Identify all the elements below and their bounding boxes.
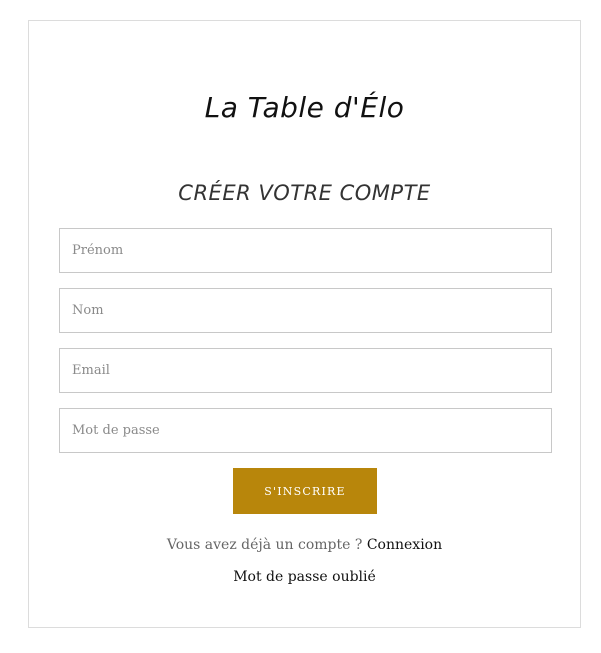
have-account-text: Vous avez déjà un compte ? (166, 537, 363, 553)
forgot-password-link[interactable]: Mot de passe oublié (29, 569, 580, 585)
page-title: CRÉER VOTRE COMPTE (178, 181, 431, 205)
firstname-field[interactable] (59, 228, 552, 273)
password-field[interactable] (59, 408, 552, 453)
login-link[interactable]: Connexion (367, 537, 442, 553)
lastname-field[interactable] (59, 288, 552, 333)
email-field[interactable] (59, 348, 552, 393)
signup-card: La Table d'Élo CRÉER VOTRE COMPTE S'INSC… (28, 20, 581, 628)
brand-logo[interactable]: La Table d'Élo (29, 91, 580, 124)
login-prompt: Vous avez déjà un compte ? Connexion (29, 537, 580, 553)
signup-button[interactable]: S'INSCRIRE (233, 468, 377, 514)
